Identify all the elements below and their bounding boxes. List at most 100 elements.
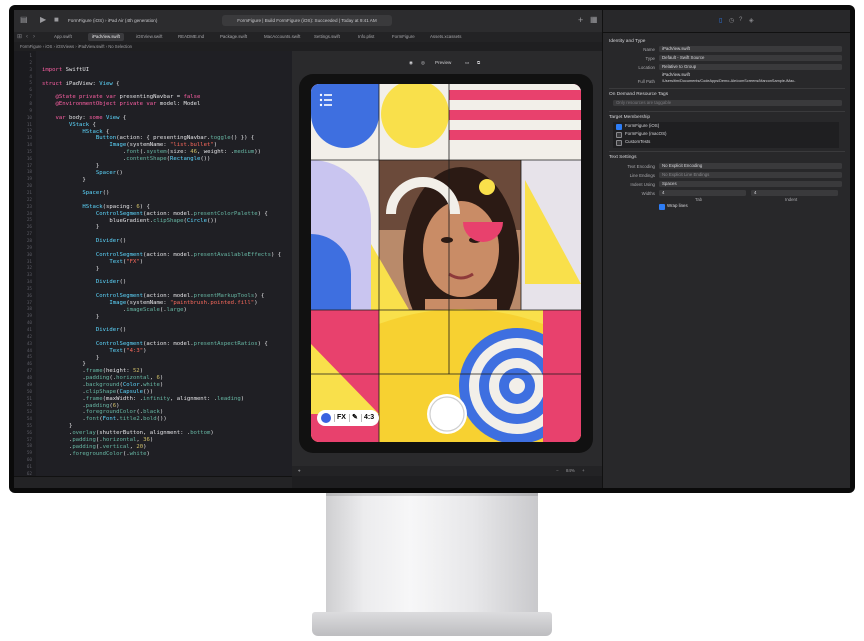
code-token: . [42, 409, 86, 416]
location-select[interactable]: Relative to Group [659, 64, 842, 70]
fx-button[interactable]: FX [337, 410, 346, 426]
indent-using-select[interactable]: Spaces [659, 181, 842, 187]
tab-app-swift[interactable]: App.swift [54, 33, 72, 41]
code-token: struct [42, 80, 63, 87]
sidebar-toggle-icon[interactable]: ▤ [20, 16, 28, 24]
line-number: 23 [26, 204, 32, 210]
zoom-out-icon[interactable]: − [556, 466, 559, 476]
code-token: 36 [143, 436, 150, 443]
attributes-inspector-icon[interactable]: ◈ [749, 17, 754, 24]
device-icon[interactable]: ▭ [465, 58, 469, 68]
code-line: .contentShape(Rectangle()) [42, 156, 211, 162]
preview-label[interactable]: Preview [435, 58, 451, 68]
app-preview-artwork [311, 84, 581, 442]
aspect-ratio-button[interactable]: 4:3 [364, 410, 374, 426]
tab-macaccounts-swift[interactable]: MacAccounts.swift [264, 33, 300, 41]
tab-package-swift[interactable]: Package.swift [220, 33, 247, 41]
forward-icon[interactable]: › [33, 33, 41, 41]
tab-settings-swift[interactable]: Settings.swift [314, 33, 340, 41]
help-inspector-icon[interactable]: ? [739, 17, 742, 23]
line-number: 24 [26, 211, 32, 217]
ipad-preview-screen[interactable]: FX ✎ 4:3 [311, 84, 581, 442]
indent-width-field[interactable]: 4 [751, 190, 838, 196]
tab-grid-icon[interactable]: ⊞ [17, 33, 25, 41]
code-token: } [42, 423, 73, 430]
wrap-lines-checkbox[interactable] [659, 204, 665, 210]
tab-info-plist[interactable]: Info.plist [358, 33, 374, 41]
code-line: blueGradient.clipShape(Circle()) [42, 218, 217, 224]
line-number: 4 [29, 74, 32, 80]
history-inspector-icon[interactable]: ◷ [729, 17, 734, 24]
zoom-in-icon[interactable]: + [582, 466, 585, 476]
code-token: "list.bullet" [169, 142, 214, 149]
tab-formfigure[interactable]: FormFigure [392, 33, 415, 41]
color-palette-button[interactable] [321, 413, 331, 423]
code-token: presentAspectRatios [193, 340, 258, 347]
stop-icon[interactable]: ■ [54, 16, 62, 24]
target-checkbox[interactable] [616, 132, 622, 138]
target-checkbox[interactable] [616, 124, 622, 130]
code-token: )) [254, 149, 261, 156]
line-number: 50 [26, 389, 32, 395]
line-number: 32 [26, 266, 32, 272]
pin-preview-icon[interactable]: ⌖ [298, 466, 300, 476]
zoom-level[interactable]: 84% [566, 466, 575, 476]
editor-layout-icon[interactable]: ▦ [590, 16, 598, 24]
file-inspector-icon[interactable]: ▯ [719, 17, 722, 24]
scheme-selector[interactable]: FormFigure (iOS) › iPad Air (4th generat… [68, 16, 157, 25]
canvas-footer: ⌖ − 84% + [292, 466, 602, 476]
preview-controls: ◉ ◎ Preview ▭ ⧉ [409, 58, 493, 68]
target-list: FormFigure (iOS) FormFigure (macOS) Cust… [613, 122, 839, 148]
code-token: , weight: . [196, 149, 235, 156]
code-line: .font(Font.title2.bold()) [42, 416, 166, 422]
code-editor[interactable]: 1 2 3 4 5 6 7 8 9 10 11 12 13 14 15 16 17 18 19 20 21 22 23 24 2… [14, 51, 292, 477]
live-preview-icon[interactable]: ◉ [409, 58, 413, 68]
line-number: 7 [29, 95, 32, 101]
code-token: } [42, 361, 86, 368]
code-token: ) { [254, 292, 265, 299]
line-number: 18 [26, 170, 32, 176]
code-token: . [42, 375, 86, 382]
code-token: (shutterButton, alignment: . [95, 429, 191, 436]
breadcrumb-path[interactable]: FormFigure › iOS › iOSViews › iPadView.s… [20, 42, 132, 51]
list-bullet-icon[interactable] [319, 93, 332, 107]
type-select[interactable]: Default - Swift Source [659, 55, 842, 61]
tab-ipadview-swift[interactable]: iPadView.swift [88, 33, 124, 41]
code-line: Divider() [42, 327, 126, 333]
code-token: medium [234, 149, 255, 156]
tab-readme[interactable]: README.md [178, 33, 204, 41]
tags-input[interactable]: Only resources are taggable [613, 100, 842, 106]
code-token: ) [183, 306, 187, 313]
shutter-button[interactable] [427, 394, 467, 434]
code-token: (size: [166, 149, 191, 156]
code-token: padding [72, 436, 96, 443]
inspect-preview-icon[interactable]: ◎ [421, 58, 425, 68]
code-token: , [149, 375, 157, 382]
code-token: horizontal [102, 436, 137, 443]
code-token: { [112, 80, 120, 87]
line-number: 26 [26, 225, 32, 231]
run-icon[interactable]: ▶ [40, 16, 48, 24]
code-line: ControlSegment(action: model.presentAvai… [42, 252, 281, 258]
code-token: HStack [82, 203, 103, 210]
target-checkbox[interactable] [616, 140, 622, 146]
tab-iosview-swift[interactable]: iOSView.swift [136, 33, 163, 41]
code-token: ControlSegment [95, 292, 144, 299]
code-token: import [42, 66, 63, 73]
line-number: 58 [26, 444, 32, 450]
line-endings-select[interactable]: No Explicit Line Endings [659, 172, 842, 178]
line-endings-label: Line Endings [629, 173, 655, 178]
name-field[interactable]: iPadView.swift [659, 46, 842, 52]
code-token: . [42, 429, 73, 436]
encoding-select[interactable]: No Explicit Encoding [659, 163, 842, 169]
library-plus-icon[interactable]: + [578, 16, 586, 25]
line-number: 8 [29, 101, 32, 107]
tab-width-field[interactable]: 4 [659, 190, 746, 196]
code-token: Text [109, 347, 123, 354]
paintbrush-icon[interactable]: ✎ [352, 410, 358, 426]
duplicate-preview-icon[interactable]: ⧉ [477, 58, 480, 68]
tab-assets[interactable]: Assets.xcassets [430, 33, 461, 41]
